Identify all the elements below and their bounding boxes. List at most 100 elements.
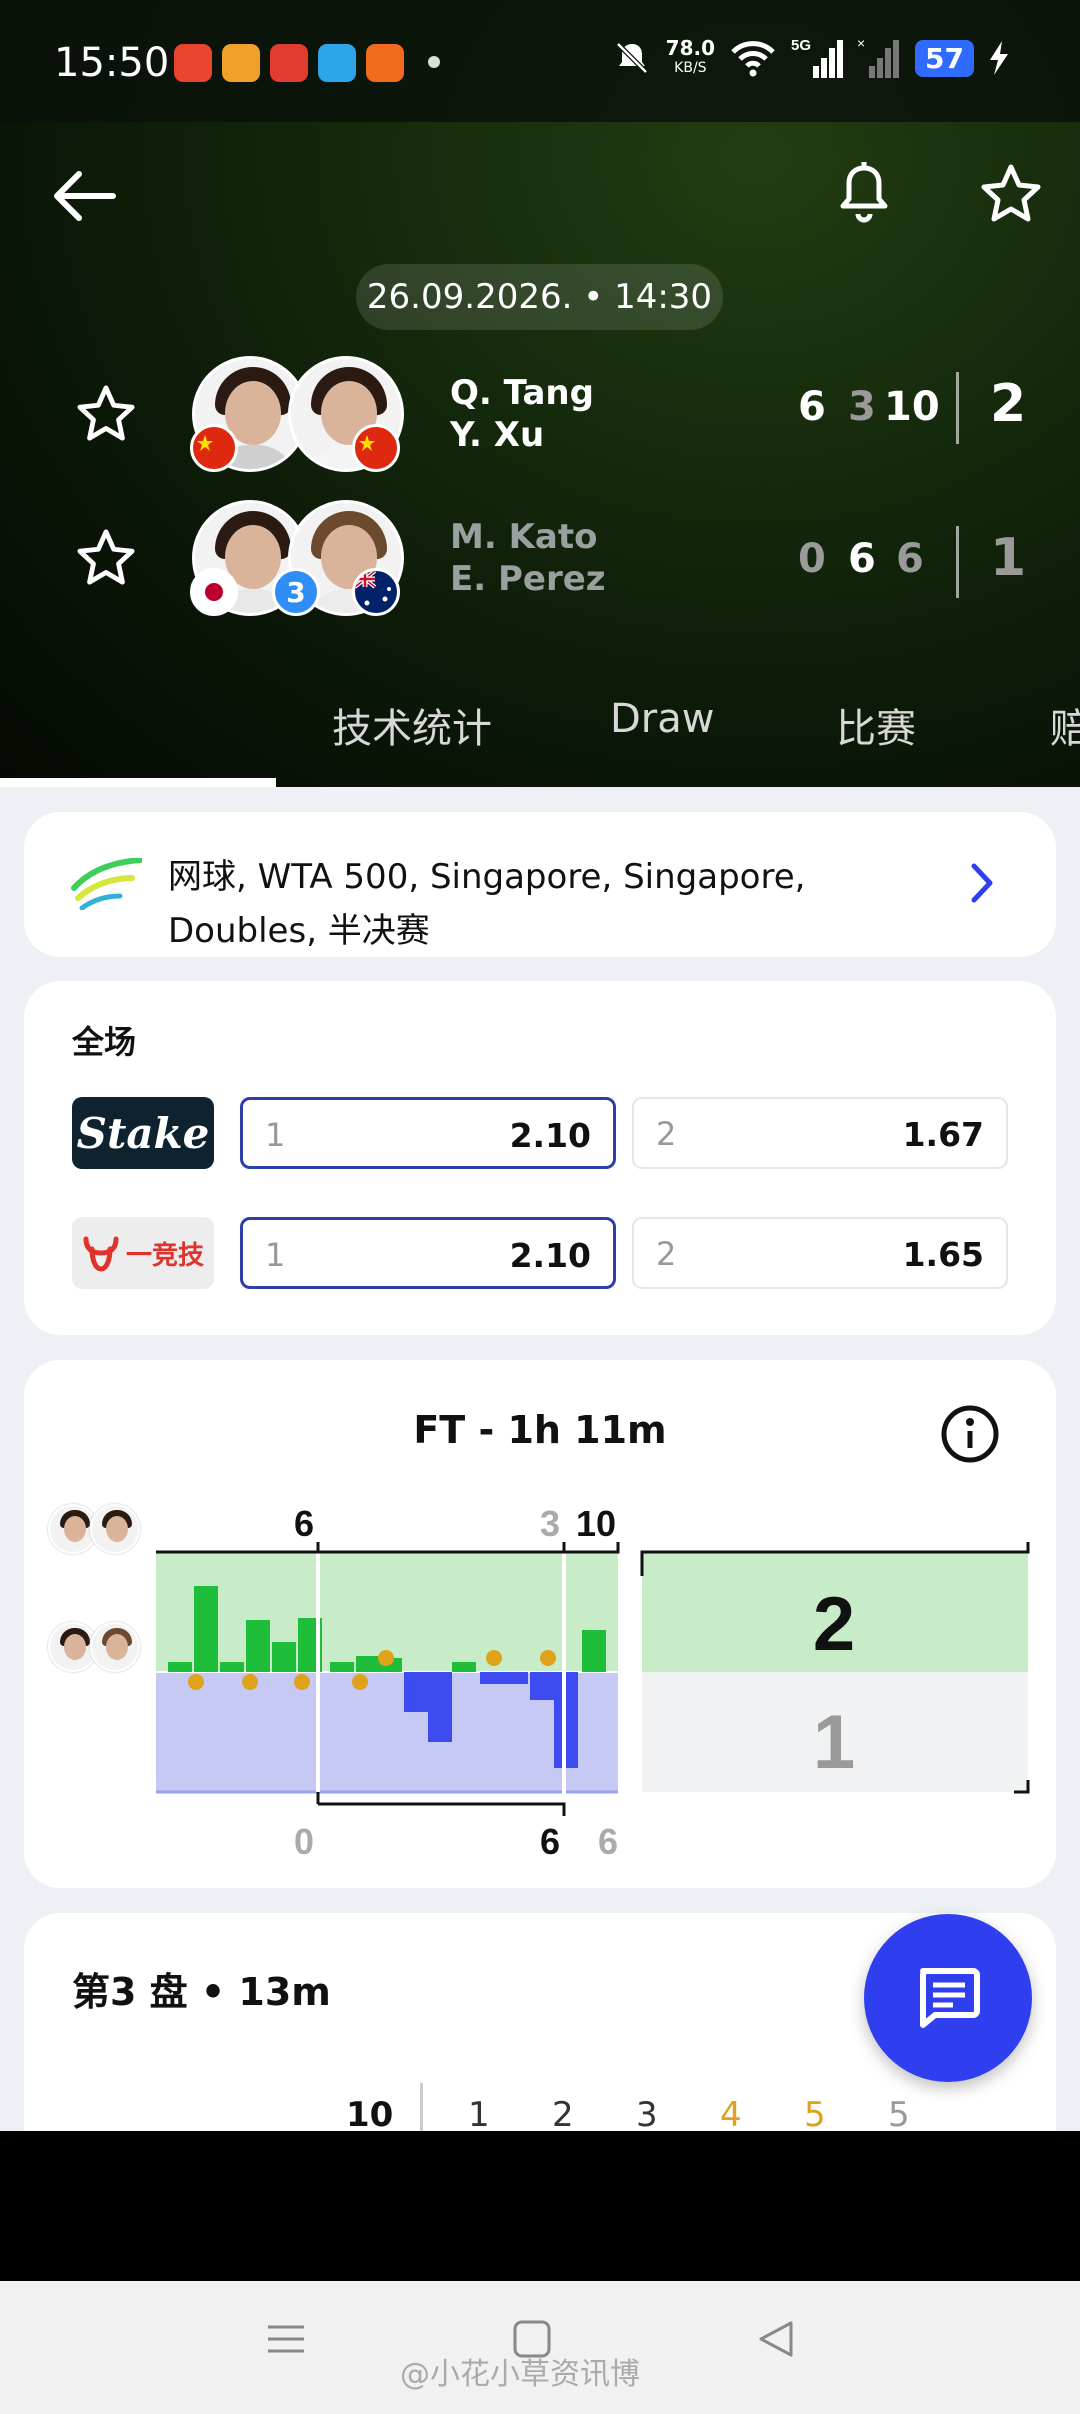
app-notification-icon xyxy=(318,44,356,82)
odds-stake-home[interactable]: 1 2.10 xyxy=(240,1097,616,1169)
set2-top-bracket xyxy=(318,1542,566,1554)
game-number: 5 xyxy=(804,2095,826,2131)
match-header: 15:50 78.0 KB/S 5G × 57 26.09.2026. • 14… xyxy=(0,0,1080,787)
odds-key: 2 xyxy=(656,1235,677,1273)
match-datetime: 26.09.2026. • 14:30 xyxy=(356,264,723,330)
momentum-bar-team1 xyxy=(168,1662,192,1672)
svg-text:5G: 5G xyxy=(791,37,811,54)
match-tabs: 技术统计 Draw 比赛 赔 xyxy=(0,680,1080,787)
momentum-chart: 6 3 10 0 6 6 2 1 xyxy=(156,1503,1030,1862)
set2-bottom-bracket xyxy=(316,1792,566,1816)
total-top: 2 xyxy=(813,1582,855,1667)
active-tab-indicator xyxy=(0,778,276,787)
break-point-marker xyxy=(352,1674,368,1690)
stake-logo-text: Stake xyxy=(76,1108,210,1158)
odds-yijingji-home[interactable]: 1 2.10 xyxy=(240,1217,616,1289)
team1-total: 2 xyxy=(990,374,1027,434)
back-triangle-icon xyxy=(759,2321,793,2357)
notification-bell-button[interactable] xyxy=(832,156,896,232)
team2-set1: 0 xyxy=(798,536,826,582)
top-set-label: 3 xyxy=(540,1503,560,1544)
tournament-card[interactable]: 网球, WTA 500, Singapore, Singapore, Doubl… xyxy=(24,812,1056,957)
back-button[interactable] xyxy=(48,160,120,232)
tournament-info: 网球, WTA 500, Singapore, Singapore, Doubl… xyxy=(168,857,806,951)
bookmaker-logo-stake[interactable]: Stake xyxy=(72,1097,214,1169)
score-divider xyxy=(956,526,959,598)
wifi-icon xyxy=(731,41,775,77)
odds-key: 2 xyxy=(656,1115,677,1153)
chevron-right-icon xyxy=(971,863,993,903)
team1-player2: Y. Xu xyxy=(450,415,545,455)
momentum-bar-team1 xyxy=(220,1662,244,1672)
odds-key: 1 xyxy=(265,1116,286,1154)
bull-logo-icon xyxy=(83,1236,119,1272)
team1-row: Q. Tang Y. Xu 6 3 10 2 xyxy=(0,352,1080,482)
status-time: 15:50 xyxy=(54,40,170,86)
break-point-marker xyxy=(294,1674,310,1690)
seed-badge: 3 xyxy=(272,568,320,616)
australia-flag-icon xyxy=(352,568,400,616)
odds-yijingji-away[interactable]: 2 1.65 xyxy=(632,1217,1008,1289)
favorite-match-button[interactable] xyxy=(976,158,1046,228)
top-set-label: 6 xyxy=(294,1503,314,1544)
team2-favorite-button[interactable] xyxy=(76,528,136,590)
app-notification-icon xyxy=(174,44,212,82)
score-divider xyxy=(956,372,959,444)
team1-favorite-button[interactable] xyxy=(76,384,136,446)
menu-icon xyxy=(268,2325,304,2353)
team1-set3: 10 xyxy=(884,384,940,430)
bell-icon xyxy=(840,162,888,223)
japan-flag-icon xyxy=(190,568,238,616)
tab-matches[interactable]: 比赛 xyxy=(836,696,916,754)
odds-key: 1 xyxy=(265,1236,286,1274)
odds-value: 2.10 xyxy=(509,1236,591,1275)
status-bar: 15:50 78.0 KB/S 5G × 57 xyxy=(0,0,1080,122)
momentum-bar-team1 xyxy=(452,1662,476,1672)
star-icon xyxy=(77,529,135,585)
status-indicators: 78.0 KB/S 5G × 57 xyxy=(612,36,1010,80)
empty-black-area xyxy=(0,2131,1080,2281)
momentum-bar-team2 xyxy=(530,1672,554,1700)
bottom-set-label: 6 xyxy=(540,1821,560,1862)
app-notification-icon xyxy=(366,44,404,82)
yijingji-logo-text: 一竞技 xyxy=(125,1240,204,1271)
top-set-label: 10 xyxy=(576,1503,616,1544)
break-point-marker xyxy=(242,1674,258,1690)
star-icon xyxy=(981,164,1041,222)
signal-5g-icon: 5G xyxy=(791,37,844,78)
svg-text:×: × xyxy=(857,36,865,51)
team2-player1: M. Kato xyxy=(450,517,598,557)
team2-player2: E. Perez xyxy=(450,559,606,599)
set3-score: 10 xyxy=(346,2095,394,2131)
notification-icons xyxy=(174,44,404,82)
signal-weak-icon: × xyxy=(857,36,900,78)
more-notifications-dot xyxy=(428,56,440,68)
charging-icon xyxy=(990,41,1008,75)
break-point-marker xyxy=(188,1674,204,1690)
tab-draw[interactable]: Draw xyxy=(610,696,714,742)
momentum-bar-team2 xyxy=(480,1672,504,1684)
momentum-bar-team2 xyxy=(428,1672,452,1742)
total-bottom: 1 xyxy=(813,1700,855,1785)
chat-fab-button[interactable] xyxy=(864,1914,1032,2082)
net-speed: 78.0 KB/S xyxy=(666,38,715,78)
momentum-bar-team2 xyxy=(504,1672,528,1684)
team1-set2: 3 xyxy=(848,384,876,430)
game-number: 5 xyxy=(888,2095,910,2131)
team1-names: Q. Tang Y. Xu xyxy=(450,372,594,456)
odds-value: 1.67 xyxy=(902,1115,984,1154)
momentum-bar-team1 xyxy=(194,1586,218,1672)
odds-value: 2.10 xyxy=(509,1116,591,1155)
bottom-set-label: 0 xyxy=(294,1821,314,1862)
odds-stake-away[interactable]: 2 1.67 xyxy=(632,1097,1008,1169)
tab-odds[interactable]: 赔 xyxy=(1050,696,1080,754)
bookmaker-logo-yijingji[interactable]: 一竞技 xyxy=(72,1217,214,1289)
star-icon xyxy=(77,385,135,441)
break-point-marker xyxy=(378,1650,394,1666)
net-speed-unit: KB/S xyxy=(674,60,707,76)
nav-back-button[interactable] xyxy=(748,2311,804,2367)
momentum-bar-team1 xyxy=(272,1642,296,1672)
tab-statistics[interactable]: 技术统计 xyxy=(332,696,492,754)
nav-menu-button[interactable] xyxy=(258,2311,314,2367)
watermark: @小花小草资讯博 xyxy=(400,2357,640,2392)
